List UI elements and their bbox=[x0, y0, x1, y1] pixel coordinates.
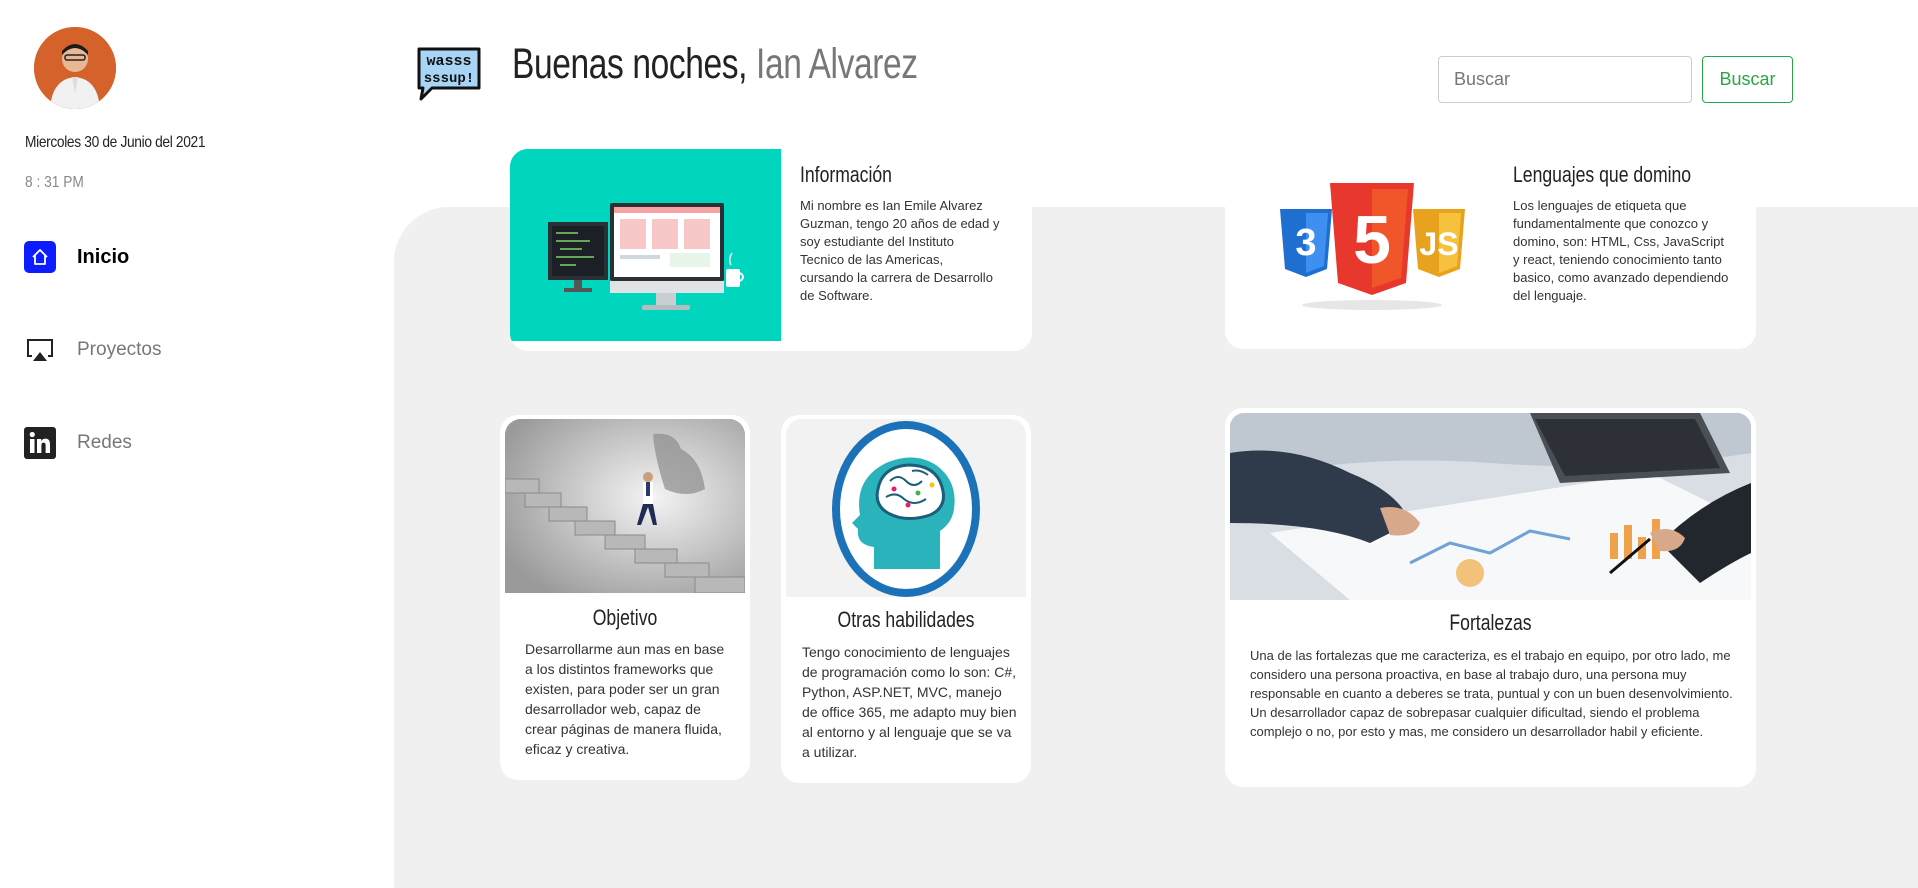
linkedin-icon bbox=[24, 427, 56, 459]
card-text-lenguajes: Los lenguajes de etiqueta que fundamenta… bbox=[1513, 198, 1729, 303]
greeting-text: Buenas noches, bbox=[512, 40, 748, 88]
logo-text-bottom: sssup! bbox=[424, 71, 474, 87]
card-otras-habilidades: Otras habilidades Tengo conocimiento de … bbox=[781, 415, 1031, 783]
card-title-informacion: Información bbox=[800, 162, 892, 187]
nav-item-inicio[interactable]: Inicio bbox=[24, 241, 129, 273]
card-title-fortalezas: Fortalezas bbox=[1449, 610, 1532, 635]
card-text-fortalezas: Una de las fortalezas que me caracteriza… bbox=[1250, 648, 1733, 739]
nav-label-proyectos: Proyectos bbox=[77, 339, 162, 360]
card-fortalezas: Fortalezas Una de las fortalezas que me … bbox=[1225, 408, 1756, 787]
business-meeting-image bbox=[1230, 413, 1751, 600]
search-button[interactable]: Buscar bbox=[1702, 56, 1793, 103]
card-objetivo: Objetivo Desarrollarme aun mas en base a… bbox=[500, 415, 750, 780]
airplay-icon bbox=[24, 334, 56, 366]
user-name: Ian Alvarez bbox=[756, 40, 918, 88]
html-css-js-logos: 3 JS 5 bbox=[1265, 179, 1480, 314]
nav-label-inicio: Inicio bbox=[77, 245, 130, 268]
card-title-objetivo: Objetivo bbox=[592, 605, 658, 630]
avatar bbox=[34, 27, 116, 109]
current-date: Miercoles 30 de Junio del 2021 bbox=[25, 134, 206, 151]
search-input[interactable] bbox=[1438, 56, 1692, 103]
svg-text:JS: JS bbox=[1419, 226, 1458, 262]
computer-illustration bbox=[510, 149, 781, 341]
logo-text-top: wasss bbox=[426, 53, 471, 70]
nav-item-proyectos[interactable]: Proyectos bbox=[24, 334, 161, 366]
card-title-otras-habilidades: Otras habilidades bbox=[837, 607, 975, 632]
avatar-photo bbox=[34, 27, 116, 109]
card-text-otras-habilidades: Tengo conocimiento de lenguajes de progr… bbox=[802, 644, 1017, 760]
stairs-businessman-image bbox=[505, 419, 745, 593]
svg-text:5: 5 bbox=[1353, 202, 1391, 278]
card-lenguajes: 3 JS 5 Lenguajes que domino Los lenguaje… bbox=[1225, 149, 1756, 349]
current-time: 8 : 31 PM bbox=[25, 174, 84, 191]
page-title: Buenas noches, Ian Alvarez bbox=[512, 40, 918, 89]
wassup-logo: wasss sssup! bbox=[416, 46, 482, 102]
card-text-informacion: Mi nombre es Ian Emile Alvarez Guzman, t… bbox=[800, 198, 1000, 303]
card-title-lenguajes: Lenguajes que domino bbox=[1513, 162, 1692, 187]
nav-item-redes[interactable]: Redes bbox=[24, 427, 132, 459]
card-informacion: Información Mi nombre es Ian Emile Alvar… bbox=[510, 149, 1032, 351]
card-text-objetivo: Desarrollarme aun mas en base a los dist… bbox=[525, 641, 725, 757]
svg-text:3: 3 bbox=[1295, 222, 1316, 264]
home-icon bbox=[24, 241, 56, 273]
brain-head-image bbox=[786, 419, 1026, 597]
nav-label-redes: Redes bbox=[77, 432, 132, 453]
